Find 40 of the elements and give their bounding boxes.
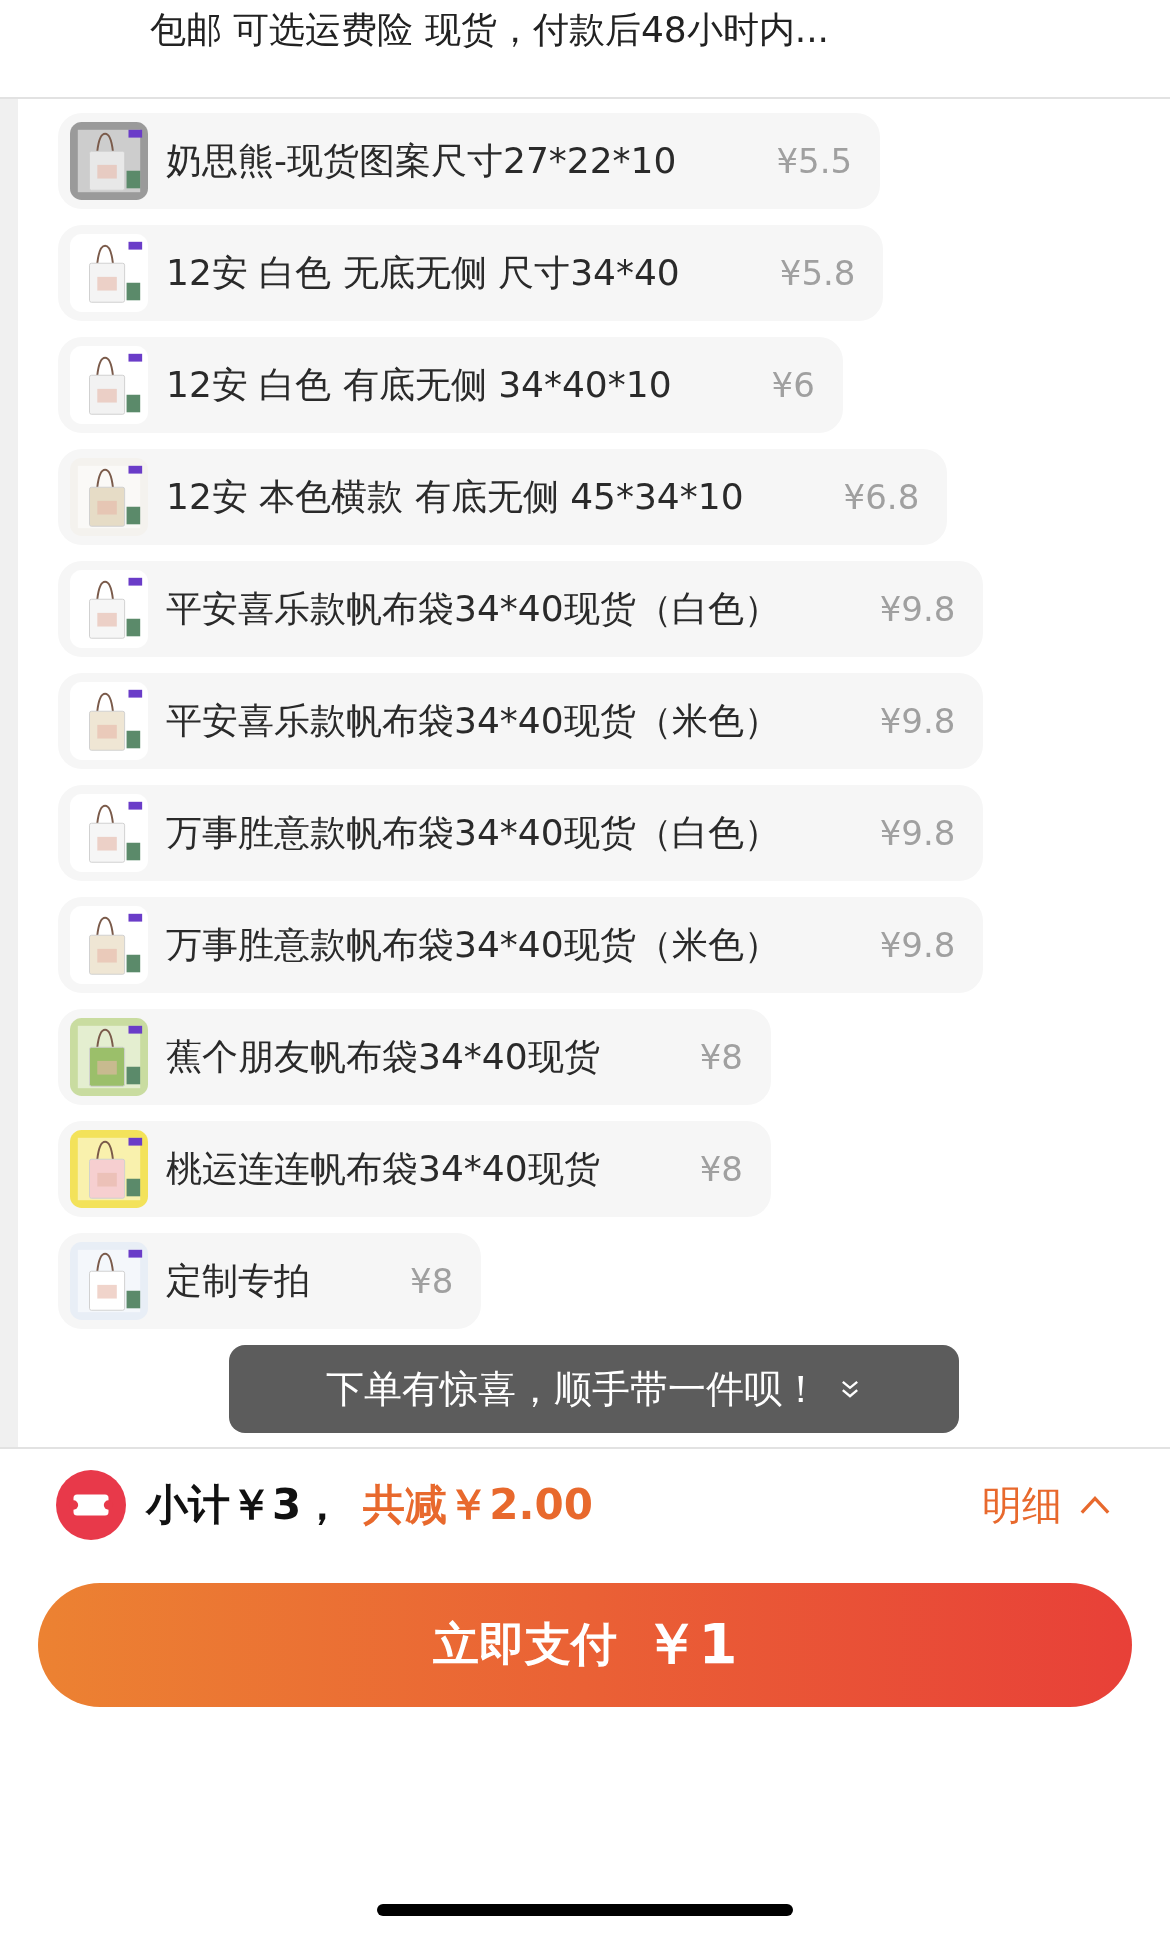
product-price: ¥9.8	[879, 925, 956, 965]
product-price: ¥5.8	[779, 253, 856, 293]
product-option[interactable]: 12安 本色横款 有底无侧 45*34*10 ¥6.8	[58, 449, 948, 545]
product-title: 12安 本色横款 有底无侧 45*34*10	[166, 476, 744, 518]
product-option[interactable]: 万事胜意款帆布袋34*40现货（白色） ¥9.8	[58, 785, 984, 881]
product-price: ¥6	[771, 365, 815, 405]
coupon-icon	[56, 1470, 126, 1540]
product-title: 12安 白色 有底无侧 34*40*10	[166, 364, 672, 406]
discount-text: 共减￥2.00	[363, 1479, 593, 1531]
product-option[interactable]: 蕉个朋友帆布袋34*40现货 ¥8	[58, 1009, 771, 1105]
product-title: 万事胜意款帆布袋34*40现货（米色）	[166, 924, 780, 966]
product-title: 12安 白色 无底无侧 尺寸34*40	[166, 252, 680, 294]
product-price: ¥8	[410, 1261, 454, 1301]
shipping-info: 包邮 可选运费险 现货，付款后48小时内...	[150, 8, 830, 52]
product-option[interactable]: 万事胜意款帆布袋34*40现货（米色） ¥9.8	[58, 897, 984, 993]
product-title: 蕉个朋友帆布袋34*40现货	[166, 1036, 600, 1078]
product-option[interactable]: 奶思熊-现货图案尺寸27*22*10 ¥5.5	[58, 113, 881, 209]
toast-message[interactable]: 下单有惊喜，顺手带一件呗！	[229, 1345, 959, 1433]
product-option[interactable]: 12安 白色 无底无侧 尺寸34*40 ¥5.8	[58, 225, 884, 321]
pay-button[interactable]: 立即支付 ￥1	[38, 1583, 1132, 1707]
product-price: ¥9.8	[879, 701, 956, 741]
chevron-up-icon	[1078, 1494, 1112, 1516]
product-title: 平安喜乐款帆布袋34*40现货（白色）	[166, 588, 780, 630]
product-price: ¥9.8	[879, 589, 956, 629]
product-option[interactable]: 平安喜乐款帆布袋34*40现货（米色） ¥9.8	[58, 673, 984, 769]
product-title: 桃运连连帆布袋34*40现货	[166, 1148, 600, 1190]
product-option[interactable]: 平安喜乐款帆布袋34*40现货（白色） ¥9.8	[58, 561, 984, 657]
product-option[interactable]: 定制专拍 ¥8	[58, 1233, 482, 1329]
product-price: ¥8	[699, 1149, 743, 1189]
product-price: ¥6.8	[843, 477, 920, 517]
product-price: ¥8	[699, 1037, 743, 1077]
subtotal-text: 小计￥3，	[146, 1479, 344, 1531]
product-option[interactable]: 桃运连连帆布袋34*40现货 ¥8	[58, 1121, 771, 1217]
product-price: ¥9.8	[879, 813, 956, 853]
product-title: 平安喜乐款帆布袋34*40现货（米色）	[166, 700, 780, 742]
product-title: 万事胜意款帆布袋34*40现货（白色）	[166, 812, 780, 854]
product-option[interactable]: 12安 白色 有底无侧 34*40*10 ¥6	[58, 337, 843, 433]
product-title: 定制专拍	[166, 1260, 310, 1302]
product-title: 奶思熊-现货图案尺寸27*22*10	[166, 140, 677, 182]
product-price: ¥5.5	[776, 141, 853, 181]
